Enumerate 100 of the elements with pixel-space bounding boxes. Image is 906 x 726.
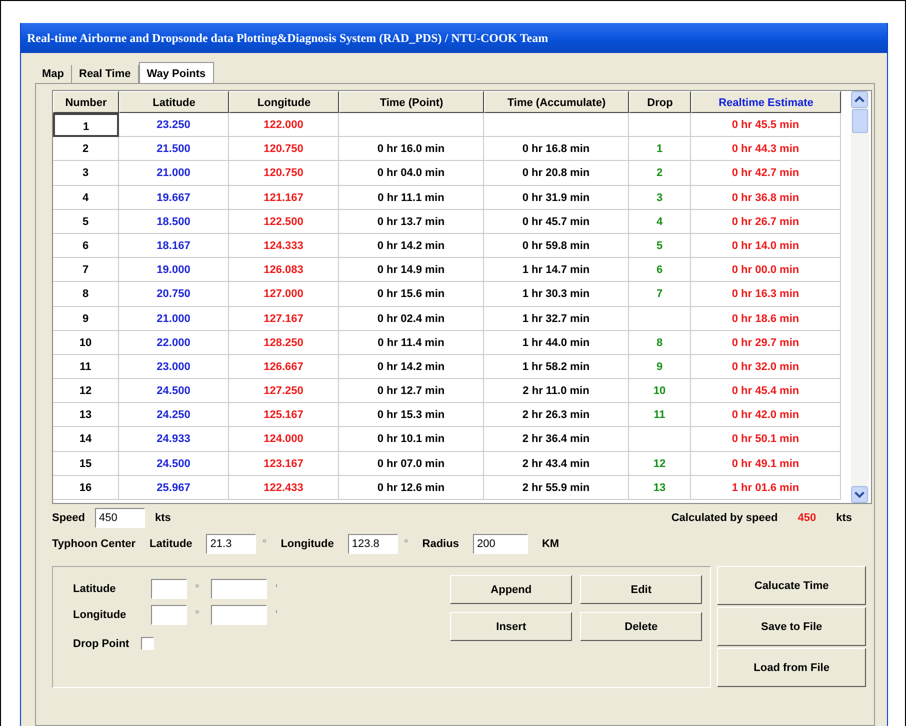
- time-cell: 0 hr 15.3 min: [339, 403, 484, 428]
- time-cell: 0 hr 10.1 min: [339, 427, 484, 452]
- drop-cell: 8: [629, 330, 691, 355]
- degree-field[interactable]: [151, 605, 187, 625]
- time-cell: 0 hr 14.9 min: [339, 258, 484, 282]
- drop-point-label: Drop Point: [73, 638, 130, 650]
- typhoon-center-label: Typhoon Center: [52, 538, 136, 550]
- time-cell: 0 hr 31.9 min: [484, 186, 629, 210]
- number-cell: 6: [53, 234, 119, 258]
- time-cell: 0 hr 20.8 min: [484, 161, 629, 186]
- estimate-cell: 0 hr 16.3 min: [691, 282, 841, 306]
- longitude-cell: 121.167: [229, 186, 339, 210]
- longitude-label: Longitude: [280, 538, 334, 550]
- latitude-label: Latitude: [73, 583, 117, 595]
- number-cell: 8: [53, 282, 119, 306]
- scroll-down-icon[interactable]: [851, 486, 868, 503]
- degree-sign: °: [404, 538, 408, 550]
- degree-field[interactable]: [151, 579, 187, 599]
- calculated-label: Calculated by speed: [671, 512, 778, 524]
- time-cell: 0 hr 16.8 min: [484, 137, 629, 162]
- latitude-cell: 24.500: [119, 379, 229, 404]
- calculated-speed: 450: [798, 512, 816, 524]
- latitude-cell: 21.000: [119, 161, 229, 186]
- action-button[interactable]: Edit: [580, 575, 702, 604]
- time-cell: 0 hr 07.0 min: [339, 452, 484, 476]
- latitude-cell: 24.250: [119, 403, 229, 428]
- number-cell: 9: [53, 306, 119, 331]
- longitude-field[interactable]: 123.8: [348, 534, 398, 554]
- time-cell: 0 hr 04.0 min: [339, 161, 484, 186]
- action-button[interactable]: Delete: [580, 612, 702, 641]
- minute-field[interactable]: [211, 605, 268, 625]
- latitude-cell: 24.933: [119, 427, 229, 452]
- column-header[interactable]: Latitude: [119, 91, 229, 113]
- window-title: Real-time Airborne and Dropsonde data Plotting&Diagnosis System (RAD_PDS) / NTU-COOK Team: [27, 30, 548, 46]
- scroll-up-icon[interactable]: [851, 91, 868, 108]
- number-cell: 2: [53, 137, 119, 162]
- tab[interactable]: Way Points: [138, 62, 214, 84]
- time-cell: 0 hr 11.4 min: [339, 330, 484, 355]
- longitude-cell: 122.433: [229, 476, 339, 500]
- number-cell: 4: [53, 186, 119, 210]
- column-header[interactable]: Number: [53, 91, 119, 113]
- latitude-field[interactable]: 21.3: [206, 534, 256, 554]
- latitude-cell: 24.500: [119, 452, 229, 476]
- longitude-cell: 127.250: [229, 379, 339, 404]
- estimate-cell: 0 hr 36.8 min: [691, 186, 841, 210]
- time-cell: 0 hr 14.2 min: [339, 234, 484, 258]
- file-button[interactable]: Calucate Time: [717, 566, 866, 605]
- column-header[interactable]: Longitude: [229, 91, 339, 113]
- estimate-cell: 0 hr 29.7 min: [691, 330, 841, 355]
- number-cell: 10: [53, 330, 119, 355]
- column-header[interactable]: Time (Accumulate): [484, 91, 629, 113]
- latitude-label: Latitude: [150, 538, 192, 550]
- time-cell: 0 hr 12.6 min: [339, 476, 484, 500]
- time-cell: 0 hr 59.8 min: [484, 234, 629, 258]
- estimate-cell: 0 hr 14.0 min: [691, 234, 841, 258]
- drop-cell: 5: [629, 234, 691, 258]
- time-cell: 2 hr 55.9 min: [484, 476, 629, 500]
- degree-sign: °: [195, 609, 200, 621]
- longitude-cell: 128.250: [229, 330, 339, 355]
- drop-cell: 6: [629, 258, 691, 282]
- latitude-cell: 21.500: [119, 137, 229, 162]
- longitude-cell: 120.750: [229, 137, 339, 162]
- drop-cell: 7: [629, 282, 691, 306]
- file-button[interactable]: Load from File: [717, 648, 866, 687]
- number-cell: 15: [53, 452, 119, 476]
- column-header[interactable]: Time (Point): [339, 91, 484, 113]
- estimate-cell: 0 hr 00.0 min: [691, 258, 841, 282]
- time-cell: 0 hr 13.7 min: [339, 210, 484, 234]
- speed-field[interactable]: 450: [95, 508, 146, 528]
- radius-field[interactable]: 200: [472, 534, 528, 554]
- time-cell: 0 hr 16.0 min: [339, 137, 484, 162]
- time-cell: 0 hr 14.2 min: [339, 354, 484, 380]
- estimate-cell: 0 hr 44.3 min: [691, 137, 841, 162]
- column-header[interactable]: Realtime Estimate: [691, 91, 841, 113]
- latitude-cell: 21.000: [119, 306, 229, 331]
- action-button[interactable]: Append: [450, 575, 572, 604]
- degree-sign: °: [262, 538, 267, 550]
- longitude-cell: 126.083: [229, 258, 339, 282]
- time-cell: 0 hr 15.6 min: [339, 282, 484, 306]
- drop-point-checkbox[interactable]: [141, 637, 154, 650]
- file-button[interactable]: Save to File: [717, 607, 866, 646]
- action-button[interactable]: Insert: [450, 612, 572, 641]
- minute-field[interactable]: [211, 579, 268, 599]
- estimate-cell: 0 hr 42.7 min: [691, 161, 841, 186]
- number-cell: 13: [53, 403, 119, 428]
- time-cell: 1 hr 30.3 min: [484, 282, 629, 306]
- longitude-label: Longitude: [73, 609, 128, 621]
- time-cell: 0 hr 02.4 min: [339, 306, 484, 331]
- longitude-cell: 124.333: [229, 234, 339, 258]
- estimate-cell: 0 hr 42.0 min: [691, 403, 841, 428]
- vertical-scrollbar[interactable]: [851, 91, 869, 503]
- unit-label: kts: [155, 512, 171, 524]
- scroll-thumb[interactable]: [852, 109, 868, 133]
- time-cell: 1 hr 58.2 min: [484, 354, 629, 380]
- time-cell: 1 hr 32.7 min: [484, 306, 629, 331]
- degree-sign: °: [195, 583, 200, 595]
- column-header[interactable]: Drop: [629, 91, 691, 113]
- time-cell: 1 hr 14.7 min: [484, 258, 629, 282]
- number-cell: 1: [53, 113, 119, 138]
- drop-cell: [629, 427, 691, 452]
